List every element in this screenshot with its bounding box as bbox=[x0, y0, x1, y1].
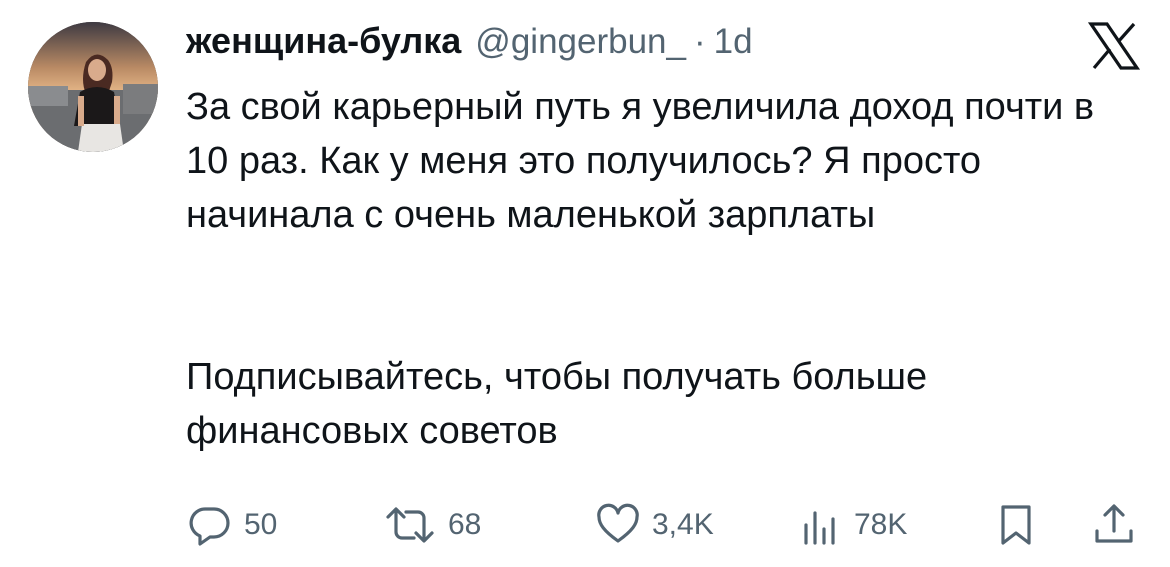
tweet-card: женщина-булка @gingerbun_ · 1d За свой к… bbox=[0, 0, 1170, 567]
author-handle[interactable]: @gingerbun_ bbox=[475, 22, 686, 62]
tweet-timestamp[interactable]: 1d bbox=[714, 22, 753, 62]
views-count: 78K bbox=[854, 508, 908, 541]
views-button[interactable]: 78K bbox=[798, 500, 907, 550]
like-count: 3,4K bbox=[652, 508, 714, 541]
bookmark-button[interactable] bbox=[998, 500, 1034, 550]
header-separator: · bbox=[693, 22, 706, 61]
share-icon bbox=[1092, 503, 1136, 547]
reply-button[interactable]: 50 bbox=[188, 500, 277, 550]
tweet-paragraph: За свой карьерный путь я увеличила доход… bbox=[186, 86, 1095, 236]
repost-button[interactable]: 68 bbox=[384, 500, 481, 550]
bookmark-icon bbox=[998, 503, 1034, 547]
tweet-paragraph: Подписывайтесь, чтобы получать больше фи… bbox=[186, 356, 928, 452]
views-icon bbox=[798, 503, 842, 547]
tweet-actions: 50 68 3,4K 78K bbox=[186, 500, 1146, 550]
tweet-text: За свой карьерный путь я увеличила доход… bbox=[186, 80, 1146, 458]
reply-count: 50 bbox=[244, 508, 278, 541]
tweet-header: женщина-булка @gingerbun_ · 1d bbox=[186, 20, 753, 68]
author-display-name[interactable]: женщина-булка bbox=[186, 20, 461, 62]
share-button[interactable] bbox=[1092, 500, 1136, 550]
repost-icon bbox=[384, 503, 436, 547]
reply-icon bbox=[188, 503, 232, 547]
repost-count: 68 bbox=[448, 508, 482, 541]
heart-icon bbox=[596, 503, 640, 547]
x-logo-icon bbox=[1087, 22, 1141, 70]
like-button[interactable]: 3,4K bbox=[596, 500, 714, 550]
avatar[interactable] bbox=[28, 22, 158, 152]
